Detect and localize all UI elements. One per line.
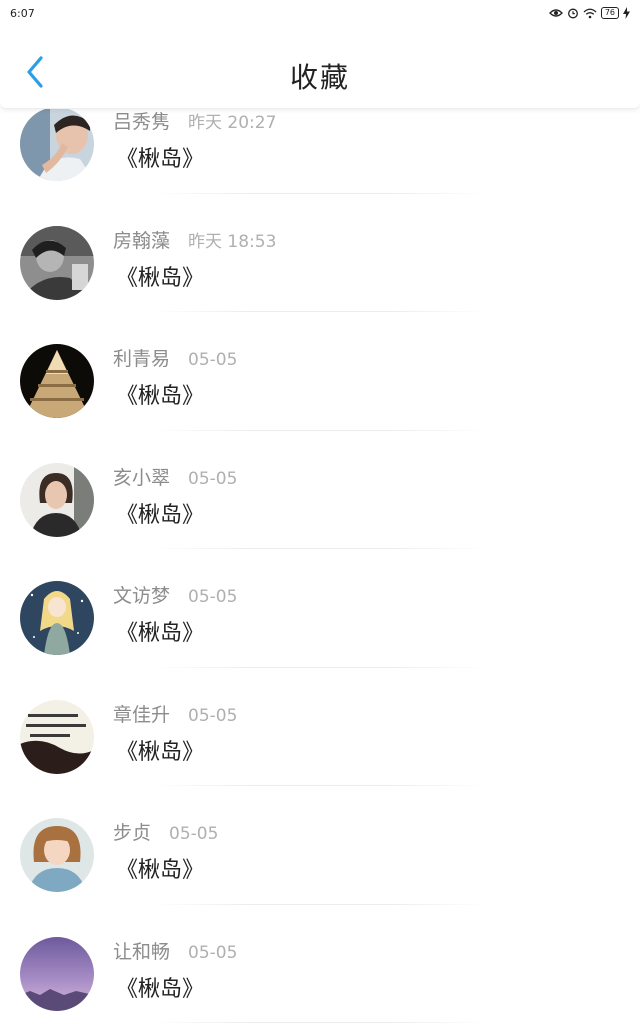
divider bbox=[150, 903, 490, 905]
item-time: 昨天 20:27 bbox=[188, 113, 277, 133]
wifi-icon bbox=[583, 8, 597, 19]
item-content: 《楸岛》 bbox=[116, 265, 205, 291]
item-content: 《楸岛》 bbox=[116, 976, 205, 1002]
item-header: 步贞 05-05 bbox=[113, 818, 218, 845]
charging-icon bbox=[623, 7, 630, 19]
author-name: 吕秀隽 bbox=[113, 111, 171, 133]
author-name: 让和畅 bbox=[113, 940, 171, 963]
item-header: 吕秀隽 昨天 20:27 bbox=[113, 107, 276, 134]
item-time: 05-05 bbox=[188, 587, 238, 607]
item-time: 05-05 bbox=[188, 468, 238, 489]
item-header: 让和畅 05-05 bbox=[113, 937, 237, 964]
item-content: 《楸岛》 bbox=[116, 739, 205, 765]
status-bar: 6:07 76 bbox=[0, 0, 640, 26]
divider bbox=[150, 1022, 490, 1023]
item-content: 《楸岛》 bbox=[116, 621, 205, 646]
item-header: 利青易 05-05 bbox=[113, 344, 237, 371]
divider bbox=[150, 311, 490, 312]
item-time: 05-05 bbox=[188, 350, 238, 370]
author-name: 步贞 bbox=[113, 822, 152, 844]
list-item[interactable]: 房翰藻 昨天 18:53 《楸岛》 bbox=[0, 216, 640, 335]
item-content: 《楸岛》 bbox=[116, 147, 205, 172]
list-item[interactable]: 文访梦 05-05 《楸岛》 bbox=[0, 571, 640, 690]
list-item[interactable]: 让和畅 05-05 《楸岛》 bbox=[0, 927, 640, 1024]
item-header: 文访梦 05-05 bbox=[113, 581, 237, 608]
avatar bbox=[20, 107, 94, 181]
avatar bbox=[20, 936, 94, 1011]
battery-indicator: 76 bbox=[600, 7, 619, 19]
list-item[interactable]: 亥小翠 05-05 《楸岛》 bbox=[0, 453, 640, 572]
item-time: 昨天 18:53 bbox=[188, 231, 277, 252]
item-time: 05-05 bbox=[169, 824, 219, 844]
avatar bbox=[20, 462, 94, 537]
divider bbox=[150, 785, 490, 786]
list-item[interactable]: 章佳升 05-05 《楸岛》 bbox=[0, 690, 640, 809]
list-item[interactable]: 利青易 05-05 《楸岛》 bbox=[0, 334, 640, 453]
divider bbox=[150, 192, 490, 194]
avatar bbox=[20, 699, 94, 774]
eye-icon bbox=[548, 8, 563, 18]
author-name: 文访梦 bbox=[113, 585, 171, 607]
page-title: 收藏 bbox=[289, 61, 350, 94]
header-bar: 收藏 bbox=[0, 22, 640, 109]
status-time: 6:07 bbox=[10, 6, 35, 20]
avatar bbox=[20, 344, 94, 418]
list-item[interactable]: 步贞 05-05 《楸岛》 bbox=[0, 808, 640, 927]
author-name: 利青易 bbox=[113, 348, 171, 370]
divider bbox=[150, 548, 490, 549]
favorites-screen: 6:07 76 吕秀隽 昨天 20:27 《楸岛》 房翰藻 昨天 18:53 《… bbox=[0, 0, 640, 1024]
avatar bbox=[20, 818, 94, 892]
avatar bbox=[20, 225, 94, 300]
item-content: 《楸岛》 bbox=[116, 502, 205, 528]
item-content: 《楸岛》 bbox=[116, 858, 205, 883]
item-time: 05-05 bbox=[188, 705, 238, 726]
list-item[interactable]: 吕秀隽 昨天 20:27 《楸岛》 bbox=[0, 97, 640, 216]
status-icons: 76 bbox=[548, 7, 630, 19]
favorites-list: 吕秀隽 昨天 20:27 《楸岛》 房翰藻 昨天 18:53 《楸岛》 利青易 … bbox=[0, 97, 640, 1024]
item-header: 章佳升 05-05 bbox=[113, 700, 237, 727]
item-header: 房翰藻 昨天 18:53 bbox=[113, 226, 276, 253]
author-name: 亥小翠 bbox=[113, 466, 171, 489]
author-name: 章佳升 bbox=[113, 703, 171, 726]
item-header: 亥小翠 05-05 bbox=[113, 463, 237, 490]
avatar bbox=[20, 581, 94, 655]
item-content: 《楸岛》 bbox=[116, 384, 205, 409]
divider bbox=[150, 666, 490, 668]
divider bbox=[150, 429, 490, 431]
item-time: 05-05 bbox=[188, 942, 238, 963]
author-name: 房翰藻 bbox=[113, 229, 171, 252]
alarm-icon bbox=[567, 7, 579, 19]
